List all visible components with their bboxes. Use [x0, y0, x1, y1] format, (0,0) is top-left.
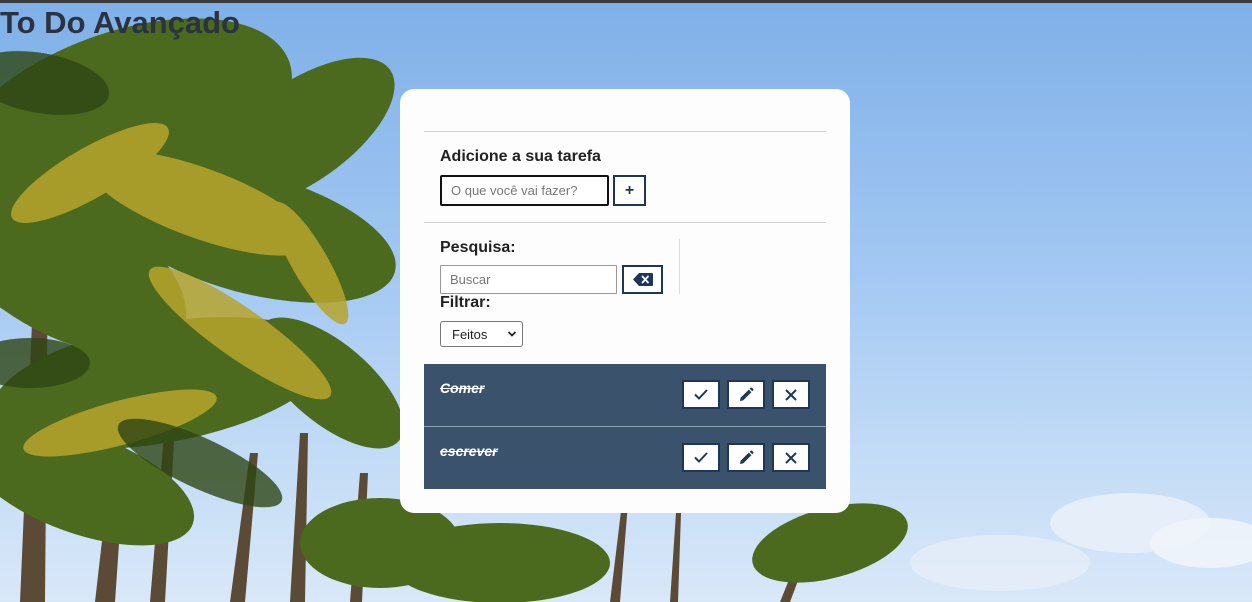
edit-todo-button[interactable] [727, 380, 765, 409]
todo-item: escrever [424, 427, 826, 489]
vertical-separator [679, 239, 680, 294]
close-icon [785, 388, 797, 401]
check-icon [694, 389, 708, 400]
todo-separator [424, 426, 826, 427]
chevron-down-icon [507, 331, 517, 337]
todo-card: Adicione a sua tarefa + Pesquisa: Filtra… [400, 89, 850, 513]
add-task-label: Adicione a sua tarefa [440, 148, 601, 165]
filter-select-value: Feitos [452, 326, 488, 342]
todo-item: Comer [424, 364, 826, 426]
add-task-button[interactable]: + [613, 175, 646, 206]
new-task-input[interactable] [440, 175, 609, 206]
search-label: Pesquisa: [440, 239, 516, 256]
finish-todo-button[interactable] [682, 443, 720, 472]
filter-select[interactable]: Feitos [440, 321, 523, 347]
finish-todo-button[interactable] [682, 380, 720, 409]
page-title: To Do Avançado [0, 5, 240, 40]
divider [424, 222, 826, 223]
check-icon [694, 452, 708, 463]
clear-search-button[interactable] [622, 265, 663, 294]
todo-text: Comer [440, 380, 485, 396]
filter-label: Filtrar: [440, 294, 491, 311]
backspace-icon [632, 273, 653, 286]
divider [424, 131, 826, 132]
pencil-icon [740, 387, 754, 401]
remove-todo-button[interactable] [772, 380, 810, 409]
remove-todo-button[interactable] [772, 443, 810, 472]
search-input[interactable] [440, 265, 617, 294]
close-icon [785, 451, 797, 464]
edit-todo-button[interactable] [727, 443, 765, 472]
pencil-icon [740, 450, 754, 464]
todo-text: escrever [440, 443, 498, 459]
